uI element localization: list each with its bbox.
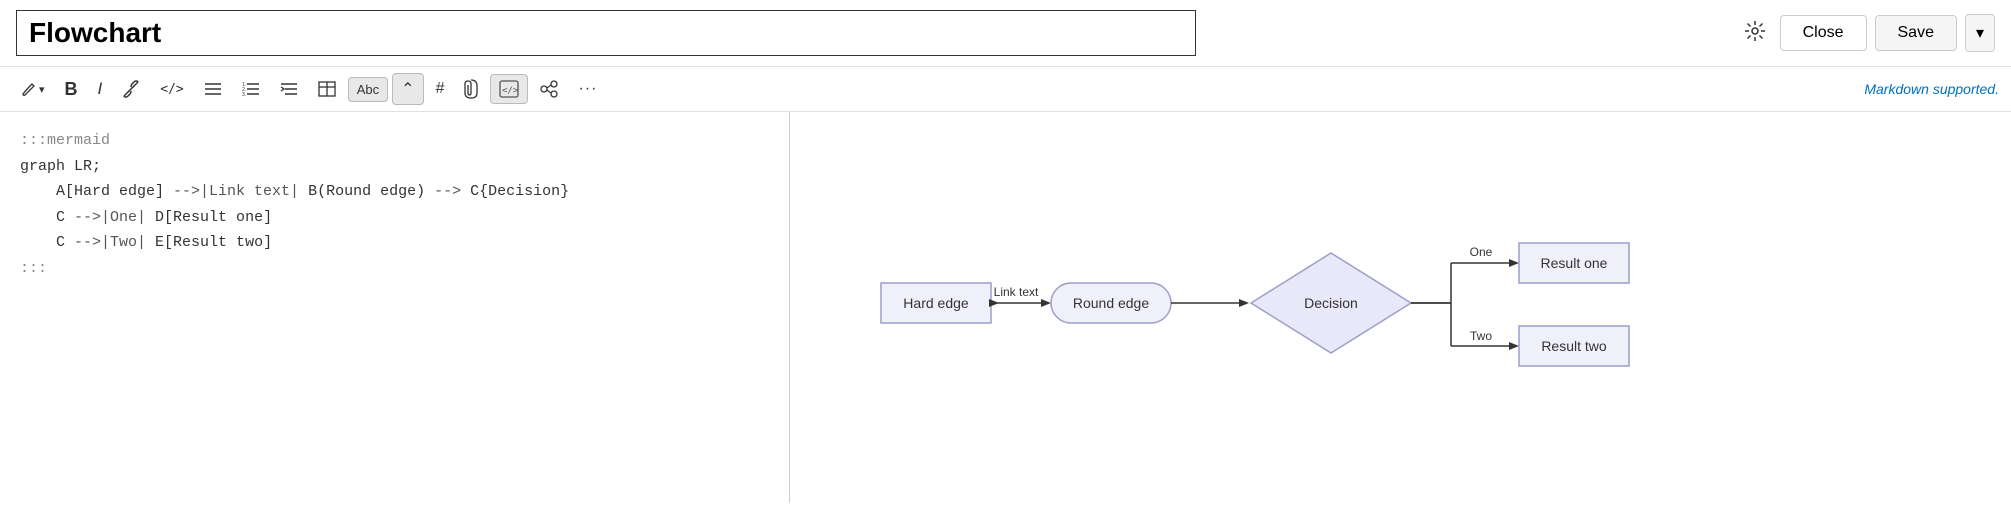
list-button[interactable] (196, 76, 230, 102)
toolbar: ▾ B I </> 1. 2. 3. (0, 67, 2011, 112)
indent-icon (280, 81, 298, 97)
hash-button[interactable]: # (428, 75, 453, 103)
ordered-list-button[interactable]: 1. 2. 3. (234, 76, 268, 102)
svg-text:Decision: Decision (1304, 295, 1358, 311)
save-button[interactable]: Save (1875, 15, 1957, 51)
svg-text:</>: </> (502, 86, 519, 96)
settings-button[interactable] (1738, 14, 1772, 53)
svg-text:Round edge: Round edge (1072, 295, 1149, 311)
attach-icon (464, 79, 478, 99)
close-button[interactable]: Close (1780, 15, 1867, 51)
attach-button[interactable] (456, 74, 486, 104)
code-line-5: C -->|Two| E[Result two] (20, 230, 769, 256)
code-line-1: :::mermaid (20, 128, 769, 154)
indent-button[interactable] (272, 76, 306, 102)
save-dropdown-button[interactable]: ▾ (1965, 14, 1995, 52)
text-button[interactable]: Abc (348, 77, 388, 102)
code-line-4: C -->|One| D[Result one] (20, 205, 769, 231)
header: Close Save ▾ (0, 0, 2011, 67)
svg-text:Result two: Result two (1541, 338, 1607, 354)
flowchart-container: Hard edge Link text Round edge Decision (820, 132, 1981, 483)
bold-button[interactable]: B (57, 74, 86, 105)
code-line-3: A[Hard edge] -->|Link text| B(Round edge… (20, 179, 769, 205)
settings-icon (1744, 20, 1766, 42)
svg-text:3.: 3. (242, 92, 246, 97)
list-icon (204, 81, 222, 97)
link-button[interactable] (114, 75, 148, 103)
svg-text:Hard edge: Hard edge (903, 295, 969, 311)
markdown-link[interactable]: Markdown supported. (1864, 81, 1999, 97)
inline-code-button[interactable]: </> (152, 77, 191, 102)
header-actions: Close Save ▾ (1738, 14, 1995, 53)
svg-text:Two: Two (1469, 329, 1491, 343)
svg-text:Result one: Result one (1540, 255, 1607, 271)
snippet-icon: </> (499, 80, 519, 98)
table-icon (318, 81, 336, 97)
diagram-icon (540, 80, 558, 98)
svg-text:One: One (1469, 245, 1492, 259)
editor-pane[interactable]: :::mermaid graph LR; A[Hard edge] -->|Li… (0, 112, 790, 503)
brush-icon (20, 80, 38, 98)
code-line-2: graph LR; (20, 154, 769, 180)
link-icon (122, 80, 140, 98)
table-button[interactable] (310, 76, 344, 102)
arrows-button[interactable]: ⌃ (392, 73, 423, 105)
ordered-list-icon: 1. 2. 3. (242, 81, 260, 97)
italic-button[interactable]: I (90, 74, 111, 104)
main-content: :::mermaid graph LR; A[Hard edge] -->|Li… (0, 112, 2011, 503)
svg-text:Link text: Link text (993, 285, 1038, 299)
brush-button[interactable]: ▾ (12, 75, 53, 103)
title-input[interactable] (16, 10, 1196, 56)
code-line-6: ::: (20, 256, 769, 282)
more-button[interactable]: ··· (570, 75, 605, 103)
flowchart-svg: Hard edge Link text Round edge Decision (851, 198, 1951, 418)
snippet-button[interactable]: </> (490, 74, 528, 104)
preview-pane: Hard edge Link text Round edge Decision (790, 112, 2011, 503)
diagram-button[interactable] (532, 75, 566, 103)
